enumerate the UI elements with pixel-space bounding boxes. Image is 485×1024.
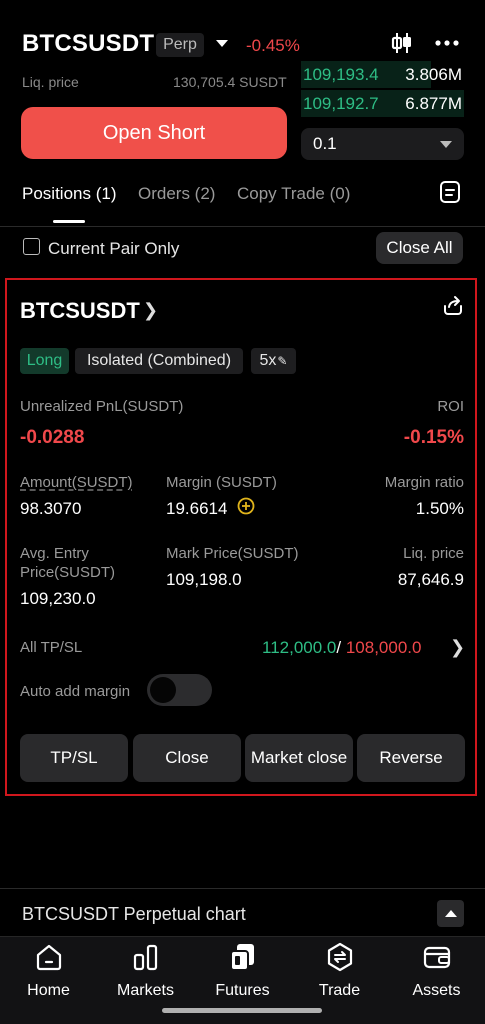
margin-value: 19.6614 [166, 499, 228, 518]
market-close-button[interactable]: Market close [245, 734, 353, 782]
home-icon [36, 944, 61, 971]
mark-price-value: 109,198.0 [166, 570, 242, 589]
trade-icon [327, 942, 352, 972]
pair-title[interactable]: BTCSUSDT [22, 30, 154, 58]
nav-label: Trade [318, 982, 361, 999]
nav-markets[interactable]: Markets [97, 940, 194, 1000]
more-options-icon[interactable] [434, 32, 460, 54]
liq-price-label: Liq. price [403, 545, 464, 562]
amount-label[interactable]: Amount(SUSDT) [20, 474, 133, 491]
orderbook-price: 109,192.7 [303, 93, 379, 113]
tpsl-values[interactable]: 112,000.0/ 108,000.0 [262, 638, 421, 658]
chart-section-label[interactable]: BTCSUSDT Perpetual chart [22, 904, 246, 925]
price-change: -0.45% [246, 36, 300, 55]
nav-home[interactable]: Home [0, 940, 97, 1000]
margin-label: Margin (SUSDT) [166, 474, 277, 491]
close-position-button[interactable]: Close [133, 734, 241, 782]
amount-value: 98.3070 [20, 499, 82, 518]
contract-type-badge: Perp [156, 33, 204, 57]
chevron-up-icon [444, 910, 457, 917]
order-history-icon[interactable] [438, 180, 462, 204]
summary-liq-value: 130,705.4 SUSDT [173, 74, 287, 90]
nav-assets[interactable]: Assets [388, 940, 485, 1000]
margin-mode-badge: Isolated (Combined) [75, 348, 243, 374]
tab-orders[interactable]: Orders (2) [138, 184, 215, 204]
auto-margin-label: Auto add margin [20, 683, 131, 700]
active-tab-indicator [53, 220, 85, 223]
chevron-down-icon [440, 140, 452, 148]
tab-copy-trade[interactable]: Copy Trade (0) [237, 184, 350, 204]
orderbook-row[interactable]: 109,192.7 6.877M [301, 90, 464, 117]
candlestick-chart-icon[interactable] [390, 32, 414, 54]
pnl-label: Unrealized PnL(SUSDT) [20, 398, 184, 415]
nav-label: Futures [215, 982, 270, 999]
roi-label: ROI [437, 398, 464, 415]
nav-label: Home [27, 982, 70, 999]
pair-dropdown-icon[interactable] [216, 40, 228, 47]
orderbook-price: 109,193.4 [303, 64, 379, 84]
quantity-select[interactable]: 0.1 [301, 128, 464, 160]
wallet-icon [423, 946, 450, 969]
side-badge: Long [20, 348, 69, 374]
entry-price-label-unit: Price(SUSDT) [20, 564, 116, 581]
futures-icon [229, 944, 254, 971]
current-pair-label[interactable]: Current Pair Only [48, 239, 179, 259]
leverage-badge[interactable]: 5x ✎ [251, 348, 296, 374]
mark-price-label: Mark Price(SUSDT) [166, 545, 299, 562]
margin-ratio-value: 1.50% [415, 499, 464, 518]
current-pair-checkbox[interactable] [23, 238, 40, 255]
home-indicator [162, 1008, 322, 1013]
tpsl-label: All TP/SL [20, 639, 83, 656]
orderbook-row[interactable]: 109,193.4 3.806M [301, 61, 464, 88]
entry-price-value: 109,230.0 [20, 589, 96, 608]
orderbook-qty: 6.877M [405, 93, 462, 113]
pnl-value: -0.0288 [20, 427, 85, 448]
share-icon[interactable] [442, 294, 464, 316]
leverage-value: 5x [259, 352, 277, 369]
section-divider [0, 888, 485, 889]
summary-liq-label: Liq. price [22, 74, 79, 90]
liq-price-value: 87,646.9 [397, 570, 464, 589]
expand-chart-button[interactable] [437, 900, 464, 927]
edit-icon: ✎ [277, 354, 288, 368]
nav-trade[interactable]: Trade [291, 940, 388, 1000]
open-short-button[interactable]: Open Short [21, 107, 287, 159]
tpsl-separator: / [336, 638, 342, 657]
nav-futures[interactable]: Futures [194, 940, 291, 1000]
roi-value: -0.15% [403, 427, 464, 448]
margin-ratio-label: Margin ratio [384, 474, 464, 491]
chevron-right-icon[interactable]: ❯ [143, 300, 158, 321]
orderbook-qty: 3.806M [405, 64, 462, 84]
quantity-value: 0.1 [313, 134, 337, 153]
tp-value: 112,000.0 [262, 638, 337, 657]
position-symbol[interactable]: BTCSUSDT [20, 298, 140, 324]
add-margin-icon[interactable] [237, 497, 255, 515]
close-all-button[interactable]: Close All [376, 232, 463, 264]
tab-positions[interactable]: Positions (1) [22, 184, 116, 204]
tpsl-button[interactable]: TP/SL [20, 734, 128, 782]
sl-value: 108,000.0 [345, 638, 422, 657]
nav-label: Markets [117, 982, 174, 999]
nav-label: Assets [412, 982, 461, 999]
markets-icon [133, 944, 157, 971]
reverse-button[interactable]: Reverse [357, 734, 465, 782]
entry-price-label: Avg. Entry [20, 545, 89, 562]
toggle-knob [150, 677, 176, 703]
chevron-right-icon[interactable]: ❯ [450, 637, 465, 658]
tabs-divider [0, 226, 485, 227]
